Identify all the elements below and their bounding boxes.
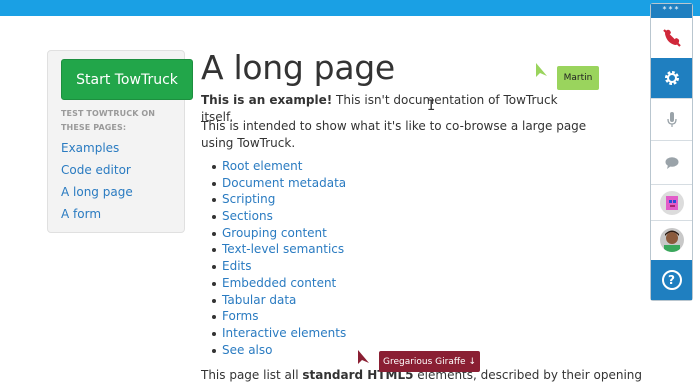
giraffe-cursor-label[interactable]: Gregarious Giraffe ↓	[379, 351, 480, 372]
toc-item: Scripting	[201, 191, 346, 208]
toc-link[interactable]: Document metadata	[222, 176, 346, 190]
sidebar-link-examples[interactable]: Examples	[61, 141, 119, 155]
gear-icon	[664, 71, 679, 85]
page-title: A long page	[201, 48, 395, 87]
end-session-button[interactable]	[651, 18, 692, 58]
toc-link[interactable]: Embedded content	[222, 276, 336, 290]
toc-link[interactable]: Forms	[222, 309, 258, 323]
sidebar-heading: TEST TOWTRUCK ON THESE PAGES:	[61, 109, 156, 132]
martin-cursor-icon	[536, 63, 547, 77]
toc-item: Forms	[201, 308, 346, 325]
sidebar-link-code-editor[interactable]: Code editor	[61, 163, 131, 177]
participant-avatar-button[interactable]	[651, 184, 692, 220]
toc-item: Sections	[201, 208, 346, 225]
toc-item: Root element	[201, 158, 346, 175]
toc-link[interactable]: See also	[222, 343, 272, 357]
sidebar-link-form[interactable]: A form	[61, 207, 101, 221]
settings-button[interactable]	[651, 58, 692, 98]
microphone-button[interactable]	[651, 98, 692, 140]
participant-avatar-2	[659, 227, 684, 252]
toc-item: Document metadata	[201, 175, 346, 192]
description-paragraph: This is intended to show what it's like …	[201, 119, 587, 150]
participant-avatar-button[interactable]	[651, 220, 692, 258]
toc-link[interactable]: Interactive elements	[222, 326, 346, 340]
top-bar	[0, 0, 700, 16]
help-button[interactable]: ?	[651, 260, 692, 300]
toc-item: Grouping content	[201, 225, 346, 242]
toc-item: Tabular data	[201, 292, 346, 309]
toc-link[interactable]: Scripting	[222, 192, 275, 206]
start-towtruck-button[interactable]: Start TowTruck	[61, 59, 193, 100]
toc-item: Embedded content	[201, 275, 346, 292]
dock-grip-handle[interactable]: ***	[651, 4, 692, 18]
toc-item: Edits	[201, 258, 346, 275]
text-cursor-icon: I	[427, 98, 436, 114]
toc-link[interactable]: Tabular data	[222, 293, 296, 307]
microphone-icon	[666, 111, 677, 127]
toc-link[interactable]: Grouping content	[222, 226, 327, 240]
toc-link[interactable]: Edits	[222, 259, 252, 273]
chat-bubble-icon	[665, 156, 678, 169]
hang-up-icon	[662, 29, 681, 47]
participant-avatar-1	[659, 190, 684, 215]
intro-bold-text: This is an example!	[201, 93, 333, 107]
chat-button[interactable]	[651, 140, 692, 184]
table-of-contents: Root element Document metadata Scripting…	[201, 158, 346, 358]
bottom-text-pre: This page list all	[201, 368, 303, 382]
help-icon: ?	[661, 270, 682, 290]
toc-item: See also	[201, 342, 346, 359]
giraffe-cursor-icon	[358, 350, 369, 364]
sidebar-panel: Start TowTruck TEST TOWTRUCK ON THESE PA…	[47, 50, 193, 233]
toc-item: Interactive elements	[201, 325, 346, 342]
toc-link[interactable]: Sections	[222, 209, 273, 223]
martin-cursor-label: Martin	[557, 66, 599, 90]
toc-item: Text-level semantics	[201, 241, 346, 258]
toc-link[interactable]: Text-level semantics	[222, 242, 344, 256]
sidebar-link-long-page[interactable]: A long page	[61, 185, 133, 199]
towtruck-dock: *** ?	[650, 3, 693, 301]
toc-link[interactable]: Root element	[222, 159, 302, 173]
